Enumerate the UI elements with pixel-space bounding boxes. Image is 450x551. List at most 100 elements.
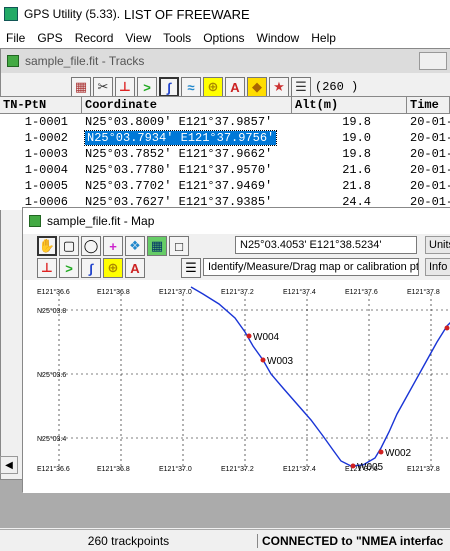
menu-window[interactable]: Window bbox=[251, 31, 306, 45]
column-header-tn[interactable]: TN-PtN bbox=[0, 96, 82, 113]
menu-options[interactable]: Options bbox=[197, 31, 250, 45]
cell-alt: 19.8 bbox=[342, 115, 371, 129]
app-titlebar: GPS Utility (5.33). LIST OF FREEWARE bbox=[0, 0, 450, 28]
table-header: TN-PtN Coordinate Alt(m) Time bbox=[0, 96, 450, 114]
list-icon[interactable]: ☰ bbox=[291, 77, 311, 97]
tracks-minimize-button[interactable] bbox=[419, 52, 447, 70]
menu-file[interactable]: File bbox=[0, 31, 31, 45]
text-icon[interactable]: A bbox=[225, 77, 245, 97]
menu-gps[interactable]: GPS bbox=[31, 31, 68, 45]
x-tick-label: E121°36.8 bbox=[97, 465, 130, 473]
list-icon[interactable]: ☰ bbox=[181, 258, 201, 278]
track-icon[interactable]: > bbox=[137, 77, 157, 97]
table-row[interactable]: 1-0003 N25°03.7852' E121°37.9662' 19.8 2… bbox=[0, 146, 450, 162]
map-title-text: sample_file.fit - Map bbox=[47, 214, 155, 228]
cell-alt: 19.8 bbox=[342, 147, 371, 161]
table-row-selected[interactable]: 1-0002 N25°03.7934' E121°37.9756' 19.0 2… bbox=[0, 130, 450, 146]
app-title: GPS Utility (5.33). bbox=[24, 7, 121, 21]
x-tick-label: E121°36.6 bbox=[37, 465, 70, 473]
map-toolbar-bottom: ⊥ > ∫ ⊕ A bbox=[37, 258, 147, 278]
menu-view[interactable]: View bbox=[119, 31, 157, 45]
menu-record[interactable]: Record bbox=[69, 31, 120, 45]
route-icon[interactable]: ⊥ bbox=[37, 258, 57, 278]
map-window: sample_file.fit - Map ✋ ▢ ◯ + ❖ ▦ □ N25°… bbox=[22, 207, 450, 493]
trace-icon[interactable]: ≈ bbox=[181, 77, 201, 97]
track-edit-icon[interactable]: ∫ bbox=[159, 77, 179, 97]
track-icon[interactable]: > bbox=[59, 258, 79, 278]
text-icon[interactable]: A bbox=[125, 258, 145, 278]
x-tick-label: E121°36.6 bbox=[37, 288, 70, 296]
waypoint-markers bbox=[246, 325, 450, 469]
column-header-time[interactable]: Time bbox=[407, 96, 450, 113]
scroll-left-arrow-icon[interactable]: ◀ bbox=[0, 456, 18, 474]
menu-tools[interactable]: Tools bbox=[157, 31, 197, 45]
x-tick-label: E121°37.8 bbox=[407, 288, 440, 296]
waypoint-marker[interactable] bbox=[246, 333, 252, 339]
print-icon[interactable]: ▦ bbox=[71, 77, 91, 97]
status-bar: 260 trackpoints CONNECTED to "NMEA inter… bbox=[0, 529, 450, 551]
waypoint-marker[interactable] bbox=[378, 449, 384, 455]
connection-status: CONNECTED to "NMEA interfac bbox=[262, 533, 444, 548]
menu-bar: File GPS Record View Tools Options Windo… bbox=[0, 28, 450, 48]
cell-tn: 1-0002 bbox=[24, 131, 68, 145]
frame-icon[interactable]: □ bbox=[169, 236, 189, 256]
rectangle-select-icon[interactable]: ▢ bbox=[59, 236, 79, 256]
target-icon[interactable]: ⊕ bbox=[203, 77, 223, 97]
table-row[interactable]: 1-0001 N25°03.8009' E121°37.9857' 19.8 2… bbox=[0, 114, 450, 130]
map-toolbar-top: ✋ ▢ ◯ + ❖ ▦ □ bbox=[37, 236, 191, 256]
y-tick-label: N25°03.8 bbox=[37, 307, 66, 315]
crosshair-icon[interactable]: + bbox=[103, 236, 123, 256]
menu-help[interactable]: Help bbox=[305, 31, 342, 45]
cell-time: 20-01- bbox=[410, 147, 450, 161]
x-tick-label: E121°37.0 bbox=[159, 465, 192, 473]
waypoint-label: W002 bbox=[385, 448, 412, 459]
x-tick-label: E121°37.0 bbox=[159, 288, 192, 296]
tracks-window-icon bbox=[7, 55, 19, 67]
selected-cell-text: N25°03.7934' E121°37.9756' bbox=[83, 130, 278, 146]
waypoint-label: W004 bbox=[253, 332, 280, 343]
map-canvas[interactable]: E121°36.6 E121°36.8 E121°37.0 E121°37.2 … bbox=[23, 280, 450, 493]
waypoint-marker[interactable] bbox=[444, 325, 450, 331]
route-icon[interactable]: ⊥ bbox=[115, 77, 135, 97]
cell-alt: 21.8 bbox=[342, 179, 371, 193]
table-row[interactable]: 1-0005 N25°03.7702' E121°37.9469' 21.8 2… bbox=[0, 178, 450, 194]
column-header-coordinate[interactable]: Coordinate bbox=[82, 96, 292, 113]
x-tick-label: E121°37.2 bbox=[221, 465, 254, 473]
waypoint-marker[interactable] bbox=[350, 463, 356, 469]
table-row[interactable]: 1-0004 N25°03.7780' E121°37.9570' 21.6 2… bbox=[0, 162, 450, 178]
tracks-window-title[interactable]: sample_file.fit - Tracks bbox=[1, 49, 450, 73]
cell-coordinate[interactable]: N25°03.7934' E121°37.9756' bbox=[82, 130, 292, 146]
waypoint-label: W005 bbox=[357, 462, 384, 473]
tracks-title-text: sample_file.fit - Tracks bbox=[25, 54, 145, 68]
cell-coordinate: N25°03.7702' E121°37.9469' bbox=[85, 179, 273, 193]
hand-icon[interactable]: ✋ bbox=[37, 236, 57, 256]
app-subtitle: LIST OF FREEWARE bbox=[124, 6, 250, 22]
cursor-coordinate-display: N25°03.4053' E121°38.5234' bbox=[235, 236, 417, 254]
calibrate-icon[interactable]: ❖ bbox=[125, 236, 145, 256]
track-edit-icon[interactable]: ∫ bbox=[81, 258, 101, 278]
info-button[interactable]: Info bbox=[425, 258, 450, 276]
app-icon bbox=[4, 7, 18, 21]
column-header-alt[interactable]: Alt(m) bbox=[292, 96, 407, 113]
track-count: (260 ) bbox=[315, 80, 359, 94]
tag-icon[interactable]: ◆ bbox=[247, 77, 267, 97]
cell-alt: 19.0 bbox=[342, 131, 371, 145]
map-mode-status: Identify/Measure/Drag map or calibration… bbox=[203, 258, 419, 276]
tracks-table: TN-PtN Coordinate Alt(m) Time 1-0001 N25… bbox=[0, 96, 450, 210]
cell-tn: 1-0005 bbox=[24, 179, 68, 193]
x-tick-label: E121°36.8 bbox=[97, 288, 130, 296]
gps-icon[interactable]: ★ bbox=[269, 77, 289, 97]
track-line[interactable] bbox=[190, 286, 450, 467]
units-button[interactable]: Units bbox=[425, 236, 450, 254]
cut-icon[interactable]: ✂ bbox=[93, 77, 113, 97]
cell-tn: 1-0001 bbox=[24, 115, 68, 129]
map-window-title[interactable]: sample_file.fit - Map bbox=[23, 208, 450, 234]
target-icon[interactable]: ⊕ bbox=[103, 258, 123, 278]
map-image-icon[interactable]: ▦ bbox=[147, 236, 167, 256]
cell-coordinate: N25°03.7852' E121°37.9662' bbox=[85, 147, 273, 161]
tracks-toolbar: ▦ ✂ ⊥ > ∫ ≈ ⊕ A ◆ ★ ☰ (260 ) bbox=[71, 77, 358, 97]
waypoint-marker[interactable] bbox=[260, 357, 266, 363]
x-tick-label: E121°37.6 bbox=[345, 288, 378, 296]
cell-coordinate: N25°03.7780' E121°37.9570' bbox=[85, 163, 273, 177]
circle-select-icon[interactable]: ◯ bbox=[81, 236, 101, 256]
